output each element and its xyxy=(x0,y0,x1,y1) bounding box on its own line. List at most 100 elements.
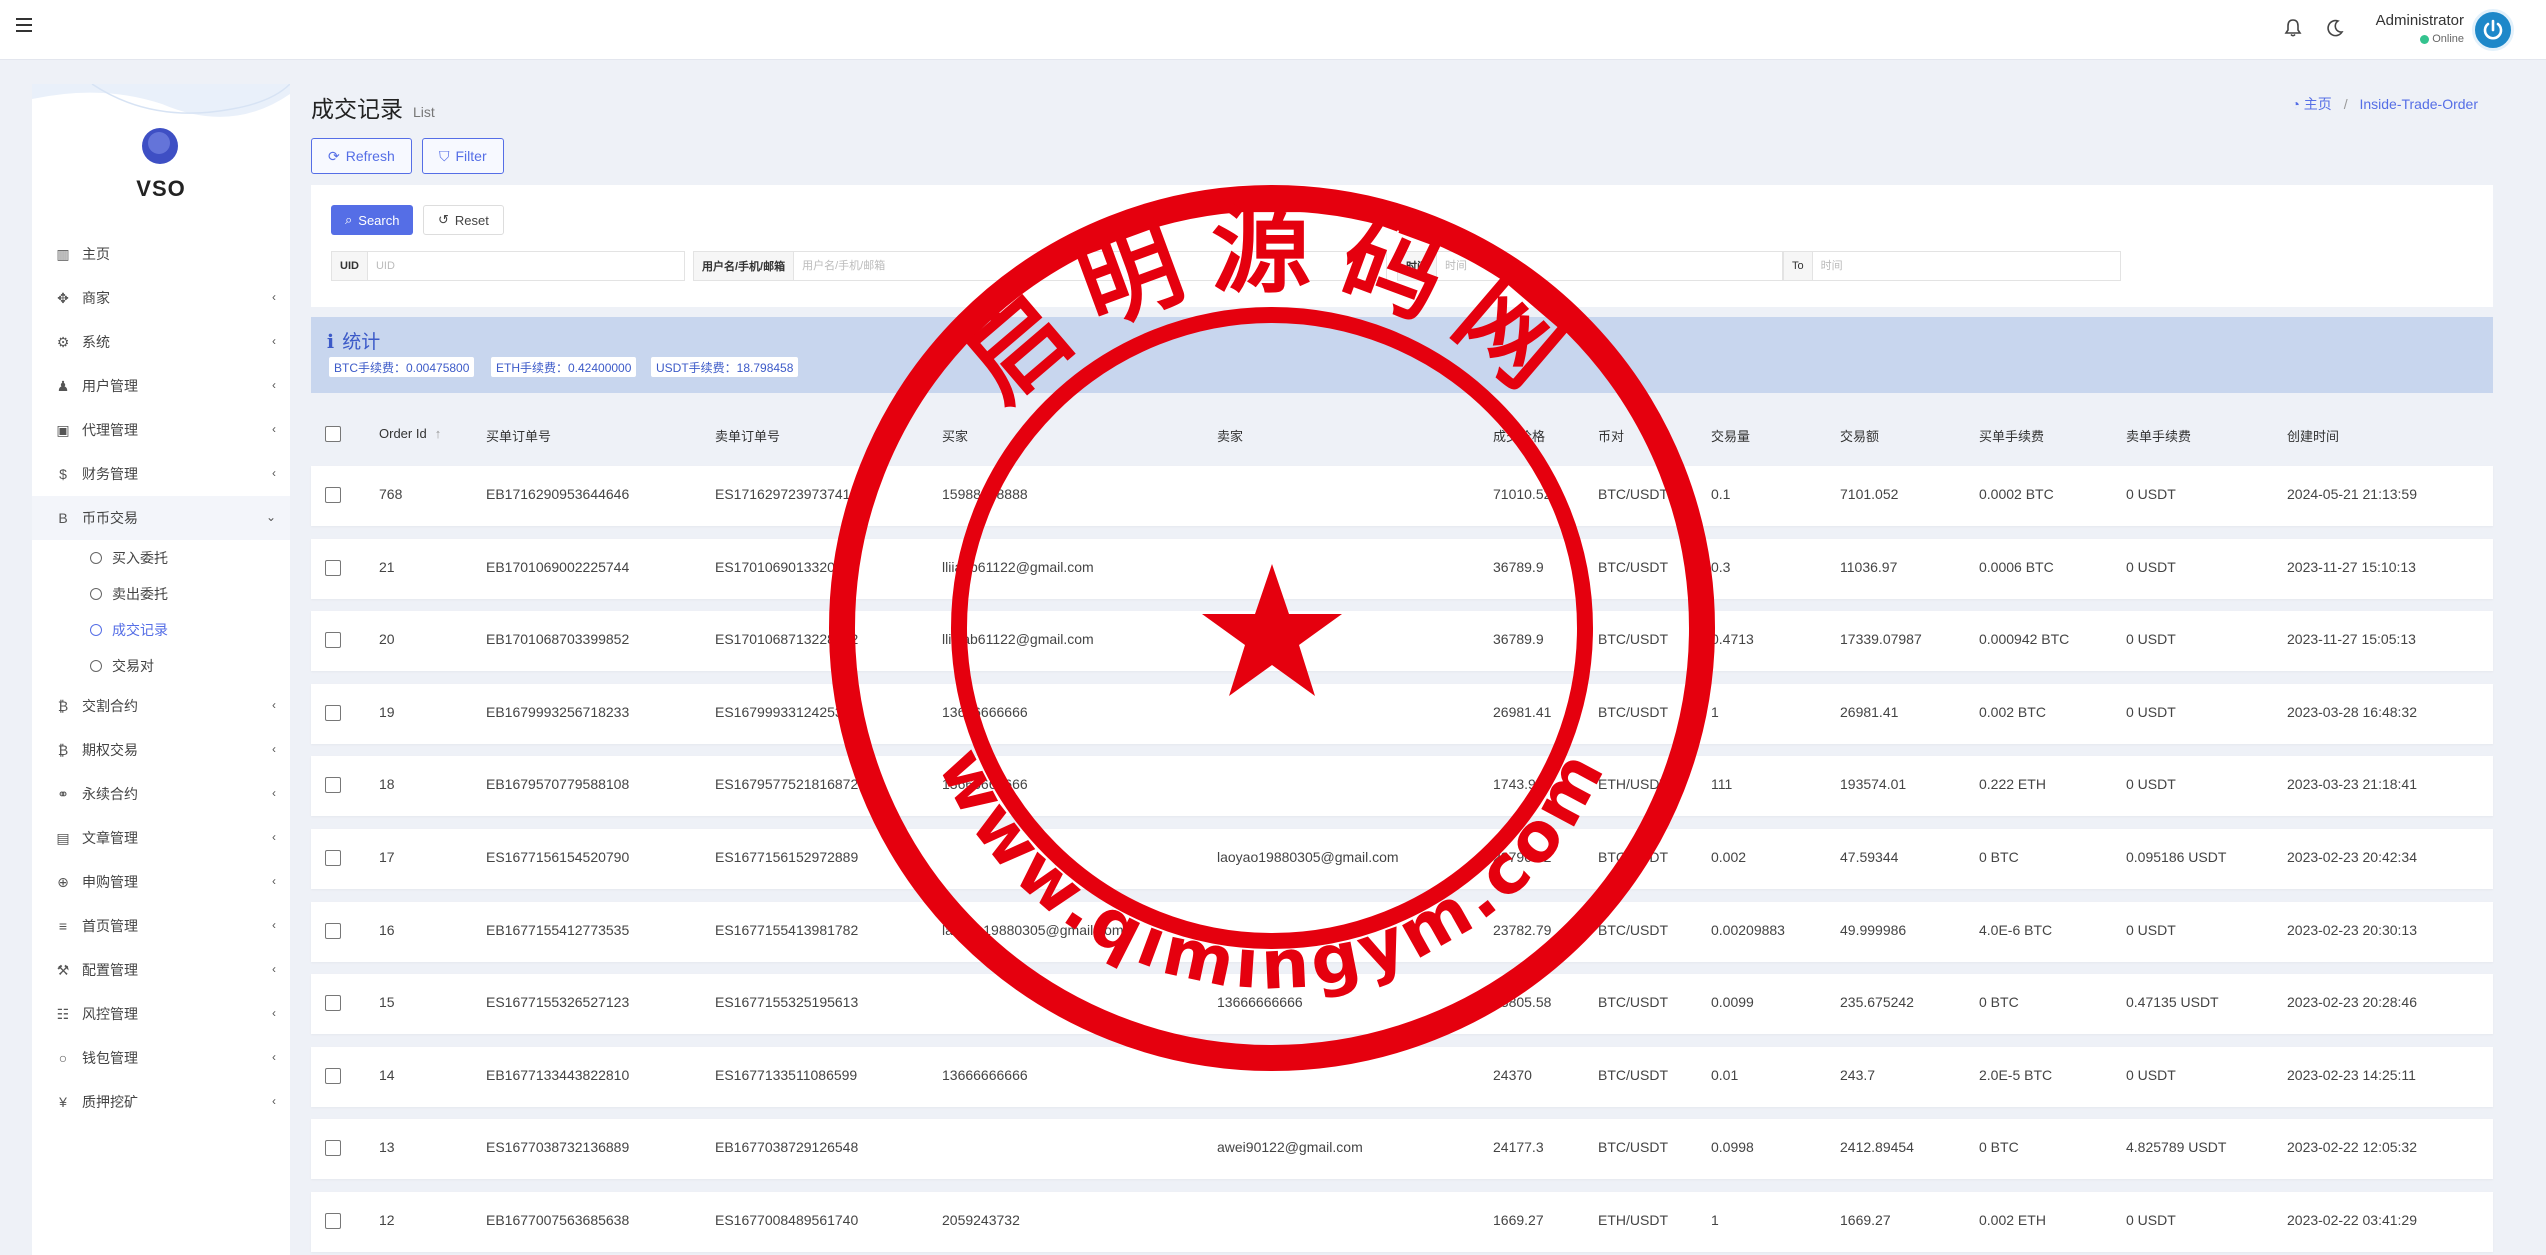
sidebar-item-items_after-4[interactable]: ⊕ 申购管理 ‹ xyxy=(32,860,290,904)
cell-seller: laoyao19880305@gmail.com xyxy=(1217,849,1399,865)
row-checkbox[interactable] xyxy=(325,922,341,939)
col-sell-no: 卖单订单号 xyxy=(715,429,781,444)
cell-pair: BTC/USDT xyxy=(1598,558,1668,575)
stats-title-text: 统计 xyxy=(342,332,381,353)
table-row[interactable]: 21 EB1701069002225744 ES1701069013320929 ll… xyxy=(311,538,2493,599)
cell-buy-no: EB1677007563685638 xyxy=(486,1212,630,1228)
sidebar-item-items-0[interactable]: ▥ 主页 xyxy=(32,232,290,276)
cell-order-id: 15 xyxy=(379,994,395,1011)
usdt-fee-badge: USDT手续费：18.798458 xyxy=(651,357,799,377)
time-from-input[interactable] xyxy=(1437,252,1782,280)
table-row[interactable]: 17 ES1677156154520790 ES1677156152972889 la… xyxy=(311,829,2493,889)
time-label: 时间 xyxy=(1398,252,1437,280)
user-search-input[interactable] xyxy=(794,252,1386,280)
cell-amount: 47.59344 xyxy=(1840,849,1899,865)
sidebar-item-items_after-0[interactable]: ₿ 交割合约 ‹ xyxy=(32,684,290,728)
sidebar-item-items_after-2[interactable]: ⚭ 永续合约 ‹ xyxy=(32,772,290,816)
cell-created: 2023-02-22 03:41:29 xyxy=(2287,1212,2417,1228)
row-checkbox[interactable] xyxy=(325,1213,341,1229)
table-row[interactable]: 18 EB1679570779588108 ES1679577521816872 13… xyxy=(311,756,2493,817)
table-row[interactable]: 768 EB1716290953644646 ES1716297239737415 1… xyxy=(311,466,2493,526)
sidebar-item-items_after-8[interactable]: ○ 钱包管理 ‹ xyxy=(32,1036,290,1080)
table-row[interactable]: 14 EB1677133443822810 ES1677133511086599 13… xyxy=(311,1046,2493,1107)
sidebar-item-items-1[interactable]: ✥ 商家 ‹ xyxy=(32,276,290,320)
sidebar-item-items_after-1[interactable]: ₿ 期权交易 ‹ xyxy=(32,728,290,772)
sidebar-subitem-0[interactable]: 买入委托 xyxy=(32,540,290,576)
chevron-left-icon: ‹ xyxy=(272,918,276,932)
cell-order-id: 12 xyxy=(379,1212,395,1228)
yen-icon: ¥ xyxy=(59,1094,67,1110)
sidebar-subitem-2[interactable]: 成交记录 xyxy=(32,612,290,648)
search-button[interactable]: ⌕ Search xyxy=(331,205,414,235)
cell-created: 2023-02-23 20:30:13 xyxy=(2287,921,2417,938)
sort-arrow-icon: ↑ xyxy=(434,426,442,441)
row-checkbox[interactable] xyxy=(325,704,341,721)
cell-price: 1669.27 xyxy=(1493,1212,1544,1228)
user-info[interactable]: Administrator Online xyxy=(2376,12,2464,45)
row-checkbox[interactable] xyxy=(325,995,341,1012)
cell-sell-no: ES1677155413981782 xyxy=(715,921,859,938)
table-row[interactable]: 13 ES1677038732136889 EB1677038729126548 aw… xyxy=(311,1119,2493,1180)
sidebar-item-items-5[interactable]: $ 财务管理 ‹ xyxy=(32,452,290,496)
bell-icon[interactable] xyxy=(2282,18,2304,40)
sidebar-item-items-3[interactable]: ♟ 用户管理 ‹ xyxy=(32,364,290,408)
newspaper-icon: ▤ xyxy=(56,829,70,846)
filter-button[interactable]: ⛉ Filter xyxy=(422,138,504,174)
row-checkbox[interactable] xyxy=(325,777,341,794)
table-row[interactable]: 20 EB1701068703399852 ES1701068713228962 ll… xyxy=(311,611,2493,672)
cell-buy-fee: 4.0E-6 BTC xyxy=(1979,921,2053,938)
avatar[interactable] xyxy=(2472,9,2514,51)
col-order-id[interactable]: Order Id ↑ xyxy=(379,426,441,441)
sidebar-item-label: 代理管理 xyxy=(82,422,138,438)
table-row[interactable]: 12 EB1677007563685638 ES1677008489561740 20… xyxy=(311,1192,2493,1252)
circle-icon xyxy=(90,660,102,672)
cell-sell-no: ES1679577521816872 xyxy=(715,776,859,793)
sidebar-item-items_after-7[interactable]: ☷ 风控管理 ‹ xyxy=(32,992,290,1036)
cell-qty: 0.0099 xyxy=(1711,994,1754,1011)
cell-qty: 1 xyxy=(1711,1212,1719,1228)
sidebar-subitem-3[interactable]: 交易对 xyxy=(32,648,290,684)
table-row[interactable]: 15 ES1677155326527123 ES1677155325195613 13… xyxy=(311,974,2493,1035)
cell-qty: 1 xyxy=(1711,703,1719,720)
sidebar-subitem-1[interactable]: 卖出委托 xyxy=(32,576,290,612)
sidebar-item-items-4[interactable]: ▣ 代理管理 ‹ xyxy=(32,408,290,452)
sidebar-item-items_after-9[interactable]: ¥ 质押挖矿 ‹ xyxy=(32,1080,290,1124)
sidebar-item-items-2[interactable]: ⚙ 系统 ‹ xyxy=(32,320,290,364)
sidebar: VSO ▥ 主页 ✥ 商家 ‹ ⚙ 系统 ‹ ♟ 用户管理 ‹ ▣ 代理管理 ‹ $ 财务管理 ‹ B 币币交易 ⌄ 买… xyxy=(32,84,290,1255)
menu-toggle-icon[interactable] xyxy=(16,18,32,32)
cell-qty: 0.0998 xyxy=(1711,1139,1754,1156)
row-checkbox[interactable] xyxy=(325,1067,341,1084)
sidebar-item-items_after-6[interactable]: ⚒ 配置管理 ‹ xyxy=(32,948,290,992)
select-all-checkbox[interactable] xyxy=(325,426,341,442)
cell-order-id: 18 xyxy=(379,776,395,793)
cell-buyer: 13666666666 xyxy=(942,776,1028,793)
row-checkbox[interactable] xyxy=(325,850,341,866)
refresh-button[interactable]: ⟳ Refresh xyxy=(311,138,412,174)
table-row[interactable]: 16 EB1677155412773535 ES1677155413981782 la… xyxy=(311,901,2493,962)
cell-qty: 0.4713 xyxy=(1711,631,1754,648)
cell-price: 23805.58 xyxy=(1493,994,1552,1011)
time-to-input[interactable] xyxy=(1812,252,2120,280)
row-checkbox[interactable] xyxy=(325,559,341,576)
list-icon: ≡ xyxy=(58,918,68,934)
reset-button[interactable]: ↺ Reset xyxy=(423,205,504,235)
breadcrumb-separator: / xyxy=(2343,96,2348,112)
cell-sell-fee: 0 USDT xyxy=(2126,776,2176,793)
cell-order-id: 17 xyxy=(379,849,395,865)
moon-icon[interactable] xyxy=(2324,18,2346,40)
breadcrumb-home[interactable]: 主页 xyxy=(2304,96,2332,112)
row-checkbox[interactable] xyxy=(325,487,341,503)
sidebar-item-label: 财务管理 xyxy=(82,466,138,482)
sidebar-item-items_after-5[interactable]: ≡ 首页管理 ‹ xyxy=(32,904,290,948)
row-checkbox[interactable] xyxy=(325,632,341,649)
sidebar-item-items_after-3[interactable]: ▤ 文章管理 ‹ xyxy=(32,816,290,860)
bitcoin-icon: B xyxy=(58,510,68,526)
sidebar-item-items-6[interactable]: B 币币交易 ⌄ xyxy=(32,496,290,540)
uid-input[interactable] xyxy=(367,252,684,280)
cell-pair: BTC/USDT xyxy=(1598,486,1668,502)
refresh-label: Refresh xyxy=(345,148,395,164)
undo-icon: ↺ xyxy=(438,212,449,227)
table-row[interactable]: 19 EB1679993256718233 ES1679993312425362 13… xyxy=(311,683,2493,744)
row-checkbox[interactable] xyxy=(325,1140,341,1157)
breadcrumb-current[interactable]: Inside-Trade-Order xyxy=(2359,96,2478,112)
